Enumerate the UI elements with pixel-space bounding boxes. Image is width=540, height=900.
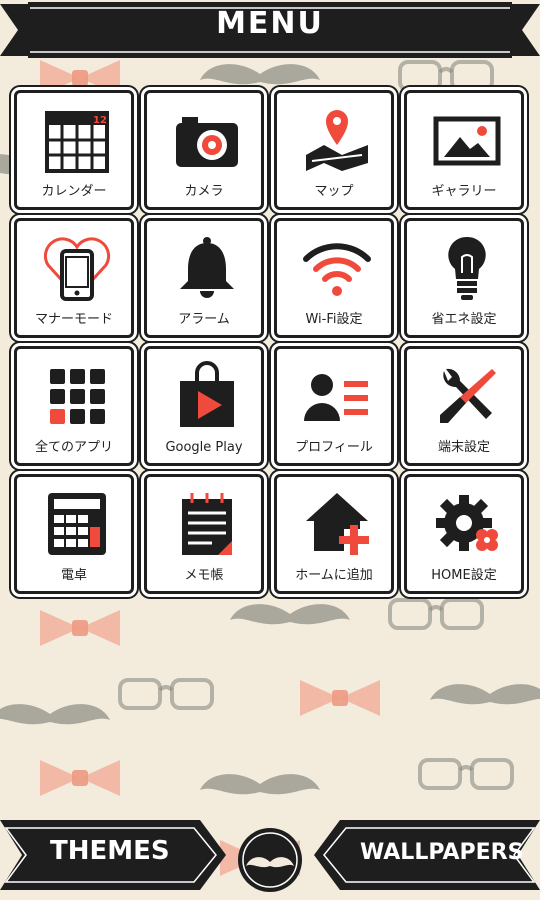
tile-label: カレンダー [41,184,107,199]
lightbulb-icon [448,236,486,300]
wifi-icon [303,243,371,296]
tile-energy-saving[interactable]: 省エネ設定 [404,218,524,338]
notepad-icon [182,493,232,555]
all-apps-icon [50,369,105,424]
tile-map[interactable]: マップ [274,90,394,210]
tile-wifi[interactable]: Wi-Fi設定 [274,218,394,338]
tile-calculator[interactable]: 電卓 [14,474,134,594]
calendar-icon: 12 [45,111,109,173]
tile-label: Google Play [165,440,243,455]
tile-notepad[interactable]: メモ帳 [144,474,264,594]
tile-gallery[interactable]: ギャラリー [404,90,524,210]
calculator-icon [48,493,106,555]
tile-label: ホームに追加 [295,568,373,583]
google-play-icon [180,361,234,427]
tile-label: HOME設定 [431,568,497,583]
tile-label: Wi-Fi設定 [305,312,363,327]
tile-google-play[interactable]: Google Play [144,346,264,466]
tile-all-apps[interactable]: 全てのアプリ [14,346,134,466]
profile-icon [304,374,368,421]
tile-label: アラーム [178,312,230,327]
tile-label: 端末設定 [437,440,490,455]
tile-label: 省エネ設定 [431,312,497,327]
menu-title: MENU [216,6,324,41]
tile-label: 全てのアプリ [34,440,113,455]
tile-label: プロフィール [295,440,373,455]
tile-label: ギャラリー [431,184,497,199]
tile-add-home[interactable]: ホームに追加 [274,474,394,594]
tile-manner-mode[interactable]: マナーモード [14,218,134,338]
tile-label: マナーモード [34,312,113,327]
calendar-badge: 12 [93,115,107,126]
add-home-icon [306,493,369,555]
device-settings-icon [440,368,496,423]
tile-device-settings[interactable]: 端末設定 [404,346,524,466]
tile-alarm[interactable]: アラーム [144,218,264,338]
tile-camera[interactable]: カメラ [144,90,264,210]
tile-label: 電卓 [60,568,87,583]
tile-profile[interactable]: プロフィール [274,346,394,466]
home-settings-icon [436,495,498,551]
manner-mode-icon [43,237,111,301]
wallpapers-button[interactable]: WALLPAPERS [360,840,523,865]
gallery-icon [433,116,501,166]
camera-icon [176,117,238,167]
tile-label: マップ [314,184,354,199]
mustache-badge-icon[interactable] [236,826,304,894]
themes-button[interactable]: THEMES [50,836,170,866]
tile-calendar[interactable]: 12 カレンダー [14,90,134,210]
tile-label: メモ帳 [184,568,224,583]
map-icon [306,110,368,171]
tile-label: カメラ [184,184,224,199]
tile-home-settings[interactable]: HOME設定 [404,474,524,594]
alarm-bell-icon [180,237,234,298]
